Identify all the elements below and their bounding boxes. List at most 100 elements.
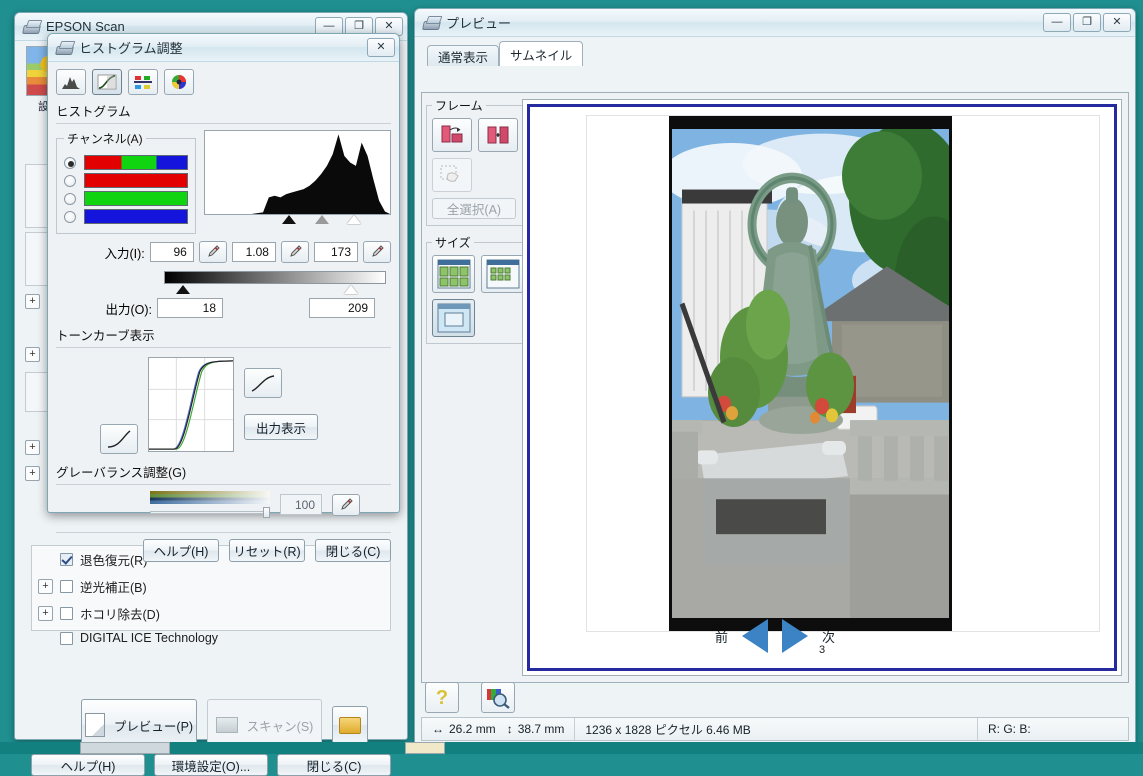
option-row[interactable]: DIGITAL ICE Technology xyxy=(32,627,390,649)
radio-green-icon[interactable] xyxy=(64,193,76,205)
output-slider-track[interactable] xyxy=(164,284,386,296)
height-value: 38.7 mm xyxy=(518,722,565,736)
help-button[interactable]: ヘルプ(H) xyxy=(31,754,145,776)
histogram-dialog-titlebar[interactable]: ヒストグラム調整 ✕ xyxy=(48,34,399,62)
output-shadow-handle[interactable] xyxy=(176,285,190,294)
gray-balance-eyedropper-icon[interactable] xyxy=(332,494,360,516)
highlight-slider-handle[interactable] xyxy=(347,215,361,224)
gamma-slider-handle[interactable] xyxy=(315,215,329,224)
prev-arrow-icon[interactable] xyxy=(742,619,768,653)
checkbox-dust-removal[interactable] xyxy=(60,607,73,620)
histogram-plot[interactable] xyxy=(204,130,391,215)
preview-tabs[interactable]: 通常表示 サムネイル xyxy=(421,42,1129,66)
size-small-thumbnails-icon[interactable] xyxy=(481,255,524,293)
gray-balance-knob[interactable] xyxy=(263,507,270,518)
tab-normal-view[interactable]: 通常表示 xyxy=(427,45,499,66)
histogram-window-controls[interactable]: ✕ xyxy=(367,38,395,57)
output-highlight-field[interactable]: 209 xyxy=(309,298,375,318)
preview-body: 通常表示 サムネイル フレーム xyxy=(415,38,1135,745)
preview-canvas[interactable]: 3 xyxy=(522,99,1122,676)
channel-option-blue[interactable] xyxy=(64,209,188,224)
input-gamma-field[interactable]: 1.08 xyxy=(232,242,276,262)
output-highlight-handle[interactable] xyxy=(344,285,358,294)
close-icon[interactable]: ✕ xyxy=(367,38,395,57)
histogram-dialog-body: ヒストグラム チャンネル(A) xyxy=(48,63,399,512)
output-gradient-area xyxy=(164,271,386,296)
gamma-eyedropper-icon[interactable] xyxy=(281,241,309,263)
gray-balance-slider[interactable] xyxy=(150,507,270,518)
adjustment-toolbar xyxy=(56,69,391,95)
checkbox-digital-ice[interactable] xyxy=(60,632,73,645)
close-icon[interactable]: ✕ xyxy=(1103,13,1131,32)
width-value: 26.2 mm xyxy=(449,722,496,736)
size-single-large-icon[interactable] xyxy=(432,299,475,337)
histogram-reset-button[interactable]: リセット(R) xyxy=(229,539,305,562)
file-save-settings-button[interactable] xyxy=(332,706,368,744)
tone-curve-tool-icon[interactable] xyxy=(92,69,122,95)
shadow-slider-handle[interactable] xyxy=(282,215,296,224)
input-shadow-field[interactable]: 96 xyxy=(150,242,194,262)
histogram-help-button[interactable]: ヘルプ(H) xyxy=(143,539,219,562)
channel-option-red[interactable] xyxy=(64,173,188,188)
gray-balance-gradient xyxy=(150,491,270,504)
preview-titlebar[interactable]: プレビュー — ❐ ✕ xyxy=(415,9,1135,37)
gray-balance-value-field[interactable]: 100 xyxy=(280,494,322,515)
preview-window[interactable]: プレビュー — ❐ ✕ 通常表示 サムネイル フレーム xyxy=(414,8,1136,746)
mirror-frame-icon[interactable] xyxy=(478,118,518,152)
config-button[interactable]: 環境設定(O)... xyxy=(154,754,268,776)
tone-curve-plot[interactable] xyxy=(148,357,234,452)
preview-title: プレビュー xyxy=(446,13,511,32)
next-arrow-icon[interactable] xyxy=(782,619,808,653)
expand-backlight-icon[interactable]: + xyxy=(38,579,53,594)
tone-curve-shadow-button[interactable] xyxy=(100,424,138,454)
shadow-eyedropper-icon[interactable] xyxy=(199,241,227,263)
preview-window-controls[interactable]: — ❐ ✕ xyxy=(1043,13,1131,32)
minimize-icon[interactable]: — xyxy=(1043,13,1071,32)
radio-blue-icon[interactable] xyxy=(64,211,76,223)
output-shadow-field[interactable]: 18 xyxy=(157,298,223,318)
histogram-dialog[interactable]: ヒストグラム調整 ✕ ヒストグラム チャンネル(A) xyxy=(47,33,400,513)
maximize-icon[interactable]: ❐ xyxy=(1073,13,1101,32)
close-button[interactable]: 閉じる(C) xyxy=(277,754,391,776)
channel-option-green[interactable] xyxy=(64,191,188,206)
checkbox-backlight-correction[interactable] xyxy=(60,580,73,593)
help-icon[interactable]: ? xyxy=(425,682,459,713)
expand-toggle-2[interactable]: + xyxy=(25,347,40,362)
select-all-button[interactable]: 全選択(A) xyxy=(432,198,516,219)
input-highlight-field[interactable]: 173 xyxy=(314,242,358,262)
thumbnail-selection-frame[interactable]: 3 xyxy=(527,104,1117,671)
preview-statusbar: ↔ 26.2 mm ↕ 38.7 mm 1236 x 1828 ピクセル 6.4… xyxy=(421,717,1129,741)
density-tool-icon[interactable] xyxy=(128,69,158,95)
taskbar[interactable] xyxy=(0,742,1143,754)
color-balance-tool-icon[interactable] xyxy=(164,69,194,95)
zoom-preview-icon[interactable] xyxy=(481,682,515,713)
expand-toggle-1[interactable]: + xyxy=(25,294,40,309)
taskbar-item-2[interactable] xyxy=(405,742,445,754)
rgb-readout: R: G: B: xyxy=(978,718,1128,740)
dimension-readout: ↔ 26.2 mm ↕ 38.7 mm xyxy=(422,718,574,740)
highlight-eyedropper-icon[interactable] xyxy=(363,241,391,263)
tone-curve-section-label: トーンカーブ表示 xyxy=(56,325,391,344)
expand-toggle-4[interactable]: + xyxy=(25,466,40,481)
page-icon xyxy=(85,713,105,737)
option-row[interactable]: + 逆光補正(B) xyxy=(32,573,390,600)
preview-side-toolbox: フレーム 全選択(A) xyxy=(422,93,520,682)
option-row[interactable]: + ホコリ除去(D) xyxy=(32,600,390,627)
height-arrow-icon: ↕ xyxy=(507,722,513,736)
tone-curve-highlight-button[interactable] xyxy=(244,368,282,398)
histogram-close-button[interactable]: 閉じる(C) xyxy=(315,539,391,562)
rotate-frame-icon[interactable] xyxy=(432,118,472,152)
radio-rgb-icon[interactable] xyxy=(64,157,76,169)
expand-toggle-3[interactable]: + xyxy=(25,440,40,455)
taskbar-item-1[interactable] xyxy=(80,742,170,754)
erase-frame-icon[interactable] xyxy=(432,158,472,192)
histogram-tool-icon[interactable] xyxy=(56,69,86,95)
channel-option-rgb[interactable] xyxy=(64,155,188,170)
size-large-thumbnails-icon[interactable] xyxy=(432,255,475,293)
tab-thumbnail[interactable]: サムネイル xyxy=(499,41,583,66)
radio-red-icon[interactable] xyxy=(64,175,76,187)
swatch-green xyxy=(84,191,188,206)
histogram-slider-track[interactable] xyxy=(204,215,391,227)
expand-dust-removal-icon[interactable]: + xyxy=(38,606,53,621)
output-display-button[interactable]: 出力表示 xyxy=(244,414,318,440)
